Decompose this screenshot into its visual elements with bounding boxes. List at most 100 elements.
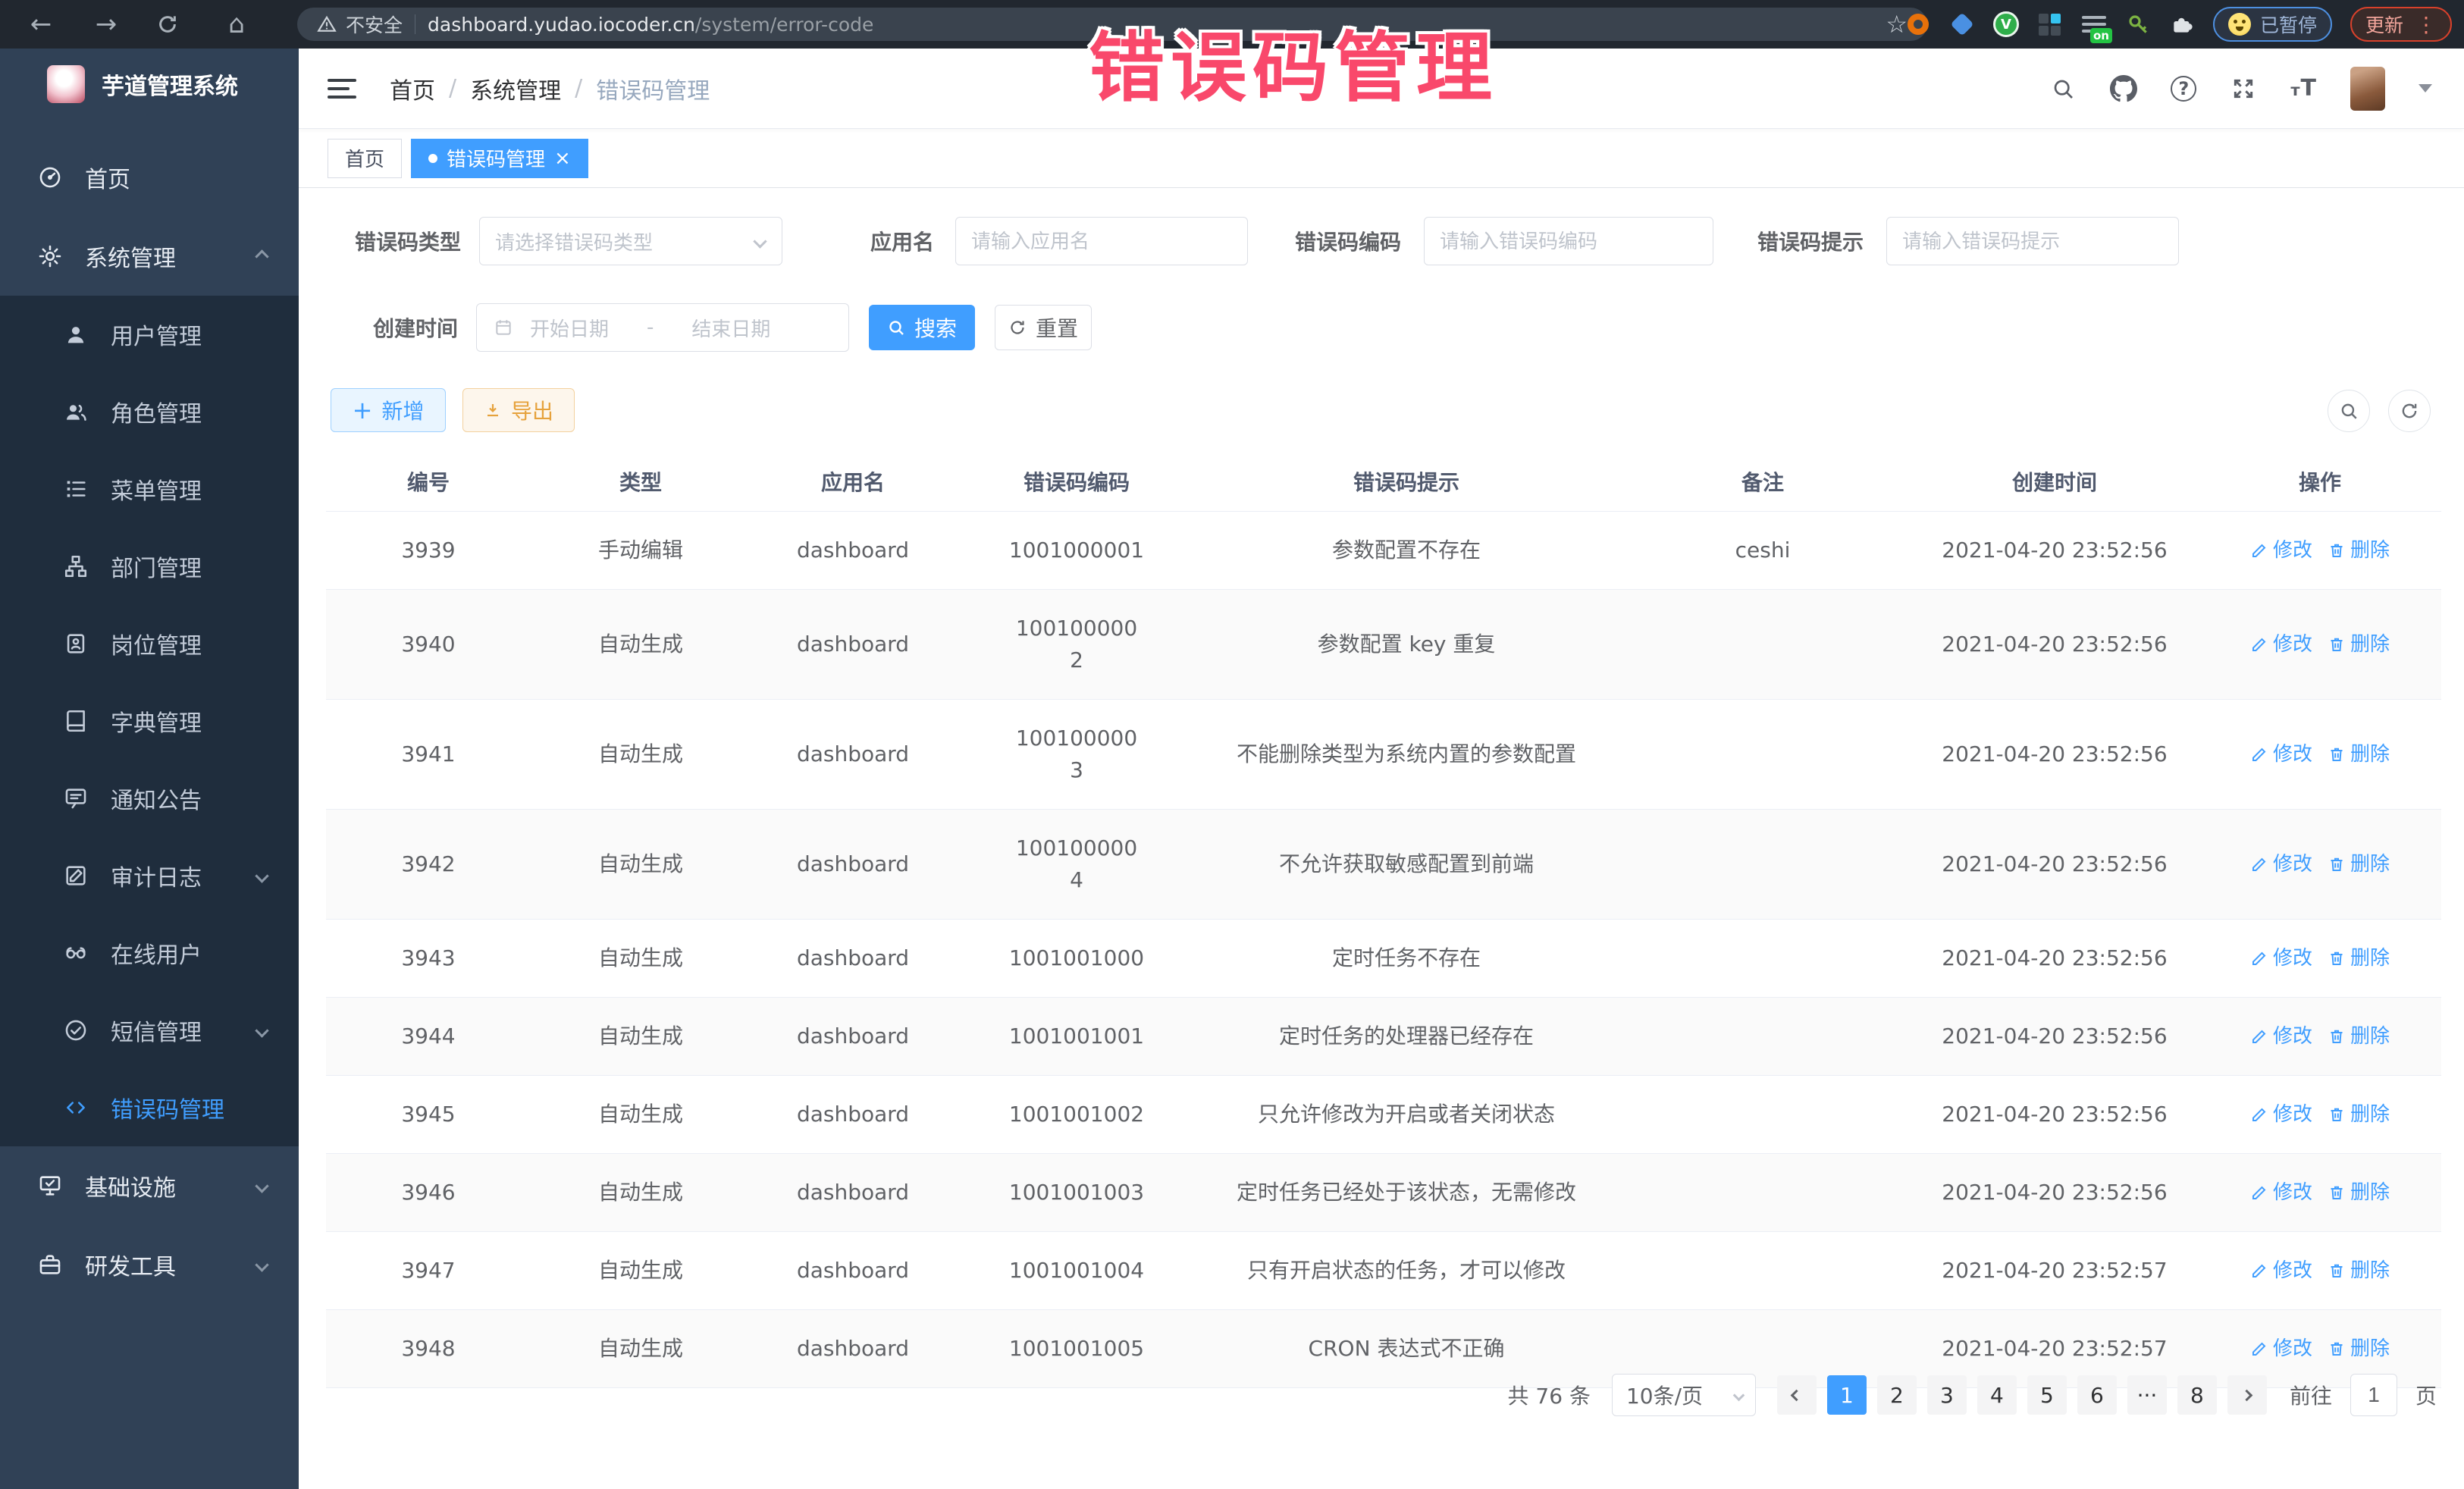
breadcrumb: 首页 / 系统管理 / 错误码管理 xyxy=(390,72,710,105)
goto-page-input[interactable] xyxy=(2350,1374,2397,1416)
breadcrumb-home[interactable]: 首页 xyxy=(390,72,435,105)
cell-created: 2021-04-20 23:52:56 xyxy=(1911,606,2199,683)
page-button-8[interactable]: 8 xyxy=(2177,1375,2217,1415)
browser-menu-kebab-icon[interactable]: ⋮ xyxy=(2415,12,2437,37)
fullscreen-icon[interactable] xyxy=(2230,75,2257,102)
user-avatar[interactable] xyxy=(2350,67,2385,111)
export-button[interactable]: 导出 xyxy=(462,388,575,432)
plus-icon: + xyxy=(353,398,373,422)
close-icon[interactable]: × xyxy=(554,147,571,170)
edit-link[interactable]: 修改 xyxy=(2250,1334,2312,1364)
tab-label: 首页 xyxy=(345,144,384,172)
sidebar-submenu: 用户管理角色管理菜单管理部门管理岗位管理字典管理通知公告审计日志在线用户短信管理… xyxy=(0,296,299,1146)
delete-link[interactable]: 删除 xyxy=(2328,536,2390,566)
sidebar-item-岗位管理[interactable]: 岗位管理 xyxy=(0,605,299,682)
tag-view-错误码管理[interactable]: 错误码管理× xyxy=(411,139,588,178)
page-button-1[interactable]: 1 xyxy=(1827,1375,1867,1415)
app-logo-row[interactable]: 芋道管理系统 xyxy=(0,49,299,111)
breadcrumb-system[interactable]: 系统管理 xyxy=(470,72,561,105)
cell-actions: 修改删除 xyxy=(2199,1234,2441,1309)
delete-link[interactable]: 删除 xyxy=(2328,1334,2390,1364)
edit-link[interactable]: 修改 xyxy=(2250,536,2312,566)
page-button-6[interactable]: 6 xyxy=(2077,1375,2117,1415)
edit-link[interactable]: 修改 xyxy=(2250,1100,2312,1130)
edit-link[interactable]: 修改 xyxy=(2250,944,2312,973)
tag-view-首页[interactable]: 首页 xyxy=(328,139,402,178)
create-time-range-picker[interactable]: 开始日期 - 结束日期 xyxy=(476,303,849,352)
app-name-input[interactable] xyxy=(955,217,1248,265)
edit-link[interactable]: 修改 xyxy=(2250,850,2312,879)
delete-link[interactable]: 删除 xyxy=(2328,1178,2390,1208)
font-size-icon[interactable]: тT xyxy=(2290,75,2317,102)
sidebar-item-角色管理[interactable]: 角色管理 xyxy=(0,373,299,450)
sidebar-item-在线用户[interactable]: 在线用户 xyxy=(0,914,299,992)
delete-link[interactable]: 删除 xyxy=(2328,740,2390,770)
sidebar-item-错误码管理[interactable]: 错误码管理 xyxy=(0,1069,299,1146)
cell-type: 自动生成 xyxy=(531,716,751,793)
delete-link[interactable]: 删除 xyxy=(2328,1100,2390,1130)
page-button-2[interactable]: 2 xyxy=(1877,1375,1917,1415)
search-button[interactable]: 搜索 xyxy=(869,305,975,350)
browser-home-icon[interactable]: ⌂ xyxy=(221,9,252,39)
app-logo xyxy=(47,65,85,103)
sidebar-item-部门管理[interactable]: 部门管理 xyxy=(0,528,299,605)
prev-page-button[interactable] xyxy=(1777,1375,1817,1415)
cell-created: 2021-04-20 23:52:56 xyxy=(1911,716,2199,793)
table-refresh-icon[interactable] xyxy=(2388,390,2431,432)
page-button-3[interactable]: 3 xyxy=(1927,1375,1967,1415)
browser-forward-icon[interactable]: → xyxy=(91,9,121,39)
sidebar-item-菜单管理[interactable]: 菜单管理 xyxy=(0,450,299,528)
page-button-4[interactable]: 4 xyxy=(1977,1375,2017,1415)
table-search-toggle-icon[interactable] xyxy=(2328,390,2370,432)
extension-grid-icon[interactable] xyxy=(2037,11,2063,37)
browser-update-button[interactable]: 更新 ⋮ xyxy=(2350,7,2452,42)
sidebar-item-审计日志[interactable]: 审计日志 xyxy=(0,837,299,914)
start-date-placeholder: 开始日期 xyxy=(530,314,609,342)
error-code-input[interactable] xyxy=(1424,217,1713,265)
page-ellipsis-button[interactable]: ··· xyxy=(2127,1375,2167,1415)
extension-green-v-icon[interactable]: V xyxy=(1993,11,2019,37)
table-row: 3939手动编辑dashboard1001000001参数配置不存在ceshi2… xyxy=(326,512,2441,590)
extension-orange-icon[interactable] xyxy=(1905,11,1931,37)
sidebar-item-通知公告[interactable]: 通知公告 xyxy=(0,760,299,837)
sidebar-item-系统管理[interactable]: 系统管理 xyxy=(0,217,299,296)
sidebar-item-短信管理[interactable]: 短信管理 xyxy=(0,992,299,1069)
browser-reload-icon[interactable] xyxy=(156,13,187,36)
extensions-puzzle-icon[interactable] xyxy=(2169,11,2195,37)
column-header: 操作 xyxy=(2199,455,2441,511)
add-button[interactable]: + 新增 xyxy=(331,388,446,432)
sidebar-item-字典管理[interactable]: 字典管理 xyxy=(0,682,299,760)
edit-link[interactable]: 修改 xyxy=(2250,630,2312,660)
error-msg-input[interactable] xyxy=(1886,217,2179,265)
edit-link[interactable]: 修改 xyxy=(2250,740,2312,770)
sidebar-toggle-icon[interactable] xyxy=(328,79,356,99)
cell-msg: 定时任务的处理器已经存在 xyxy=(1198,998,1615,1075)
extension-key-icon[interactable] xyxy=(2125,11,2151,37)
edit-link[interactable]: 修改 xyxy=(2250,1256,2312,1286)
sidebar-item-首页[interactable]: 首页 xyxy=(0,138,299,217)
browser-back-icon[interactable]: ← xyxy=(26,9,56,39)
next-page-button[interactable] xyxy=(2227,1375,2267,1415)
header-search-icon[interactable] xyxy=(2049,75,2077,102)
extension-gem-icon[interactable] xyxy=(1949,11,1975,37)
help-icon[interactable]: ? xyxy=(2171,76,2196,102)
edit-link[interactable]: 修改 xyxy=(2250,1178,2312,1208)
sidebar-item-基础设施[interactable]: 基础设施 xyxy=(0,1146,299,1225)
reset-button[interactable]: 重置 xyxy=(995,305,1092,350)
delete-link[interactable]: 删除 xyxy=(2328,1256,2390,1286)
browser-profile-chip[interactable]: 已暂停 xyxy=(2213,7,2332,42)
edit-link[interactable]: 修改 xyxy=(2250,1022,2312,1052)
bookmark-star-icon[interactable]: ☆ xyxy=(1886,10,1908,39)
sidebar-item-研发工具[interactable]: 研发工具 xyxy=(0,1225,299,1304)
page-button-5[interactable]: 5 xyxy=(2027,1375,2067,1415)
delete-link[interactable]: 删除 xyxy=(2328,630,2390,660)
delete-link[interactable]: 删除 xyxy=(2328,850,2390,879)
sidebar-item-用户管理[interactable]: 用户管理 xyxy=(0,296,299,373)
avatar-caret-icon[interactable] xyxy=(2419,84,2432,92)
github-icon[interactable] xyxy=(2110,75,2137,102)
delete-link[interactable]: 删除 xyxy=(2328,944,2390,973)
error-type-select[interactable]: 请选择错误码类型 xyxy=(479,217,782,265)
page-size-select[interactable]: 10条/页 xyxy=(1612,1374,1756,1416)
extension-list-on-icon[interactable]: on xyxy=(2081,11,2107,37)
delete-link[interactable]: 删除 xyxy=(2328,1022,2390,1052)
